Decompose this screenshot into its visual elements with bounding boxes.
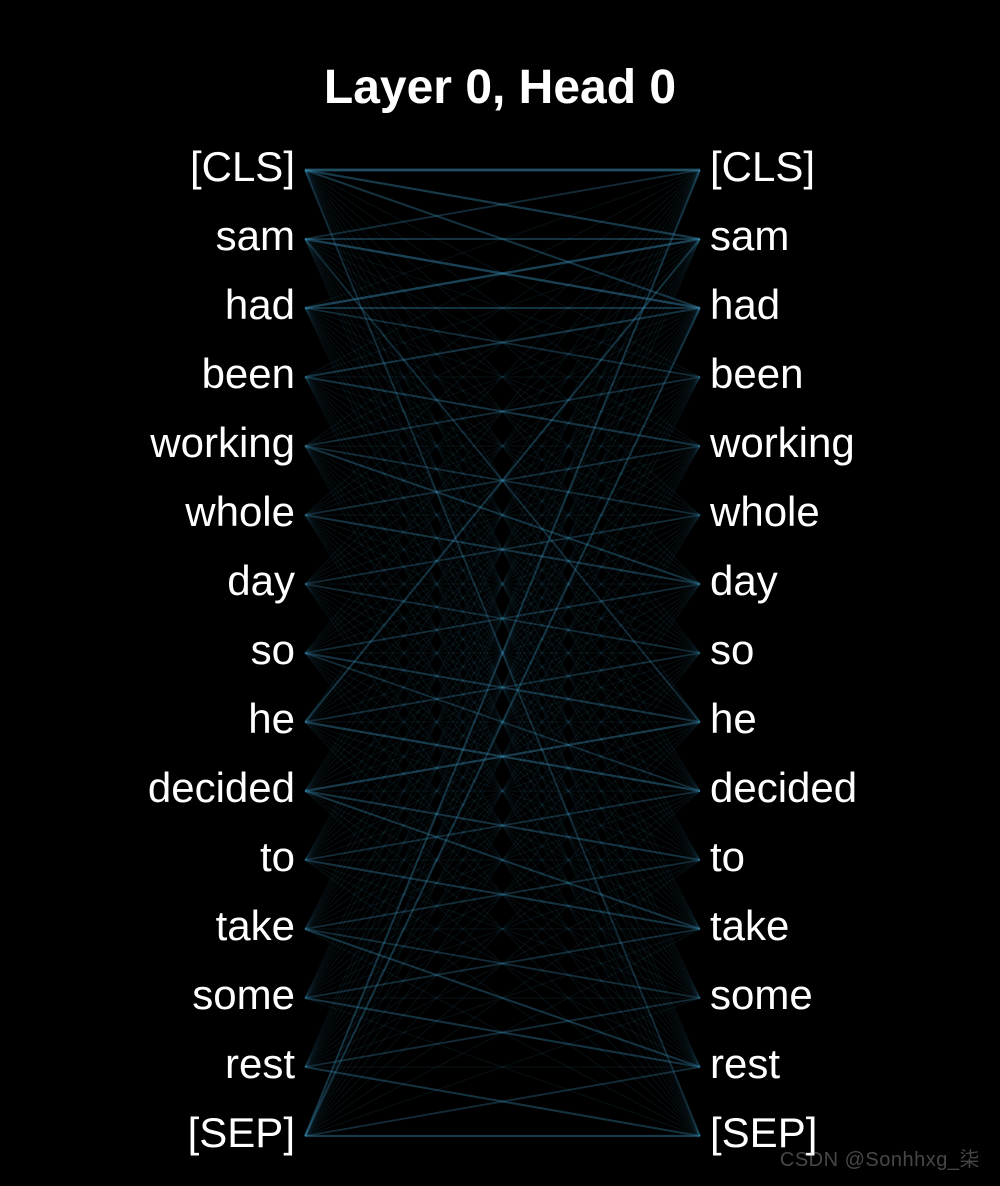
right-token: working: [709, 419, 855, 466]
right-token: take: [710, 902, 789, 949]
right-token: rest: [710, 1040, 780, 1087]
right-token-column: [CLS] sam had been working whole day so he decide…: [709, 143, 857, 1156]
right-token: had: [710, 281, 780, 328]
left-token: he: [248, 695, 295, 742]
left-token: whole: [184, 488, 295, 535]
right-token: sam: [710, 212, 789, 259]
attention-visualization: [CLS] sam had been working whole day so he decide…: [0, 0, 1000, 1186]
left-token: [CLS]: [190, 143, 295, 190]
right-token: some: [710, 971, 813, 1018]
left-token: had: [225, 281, 295, 328]
right-token: been: [710, 350, 803, 397]
right-token: decided: [710, 764, 857, 811]
left-token: take: [216, 902, 295, 949]
left-token-column: [CLS] sam had been working whole day so he decide…: [148, 143, 295, 1156]
right-token: day: [710, 557, 778, 604]
left-token: so: [251, 626, 295, 673]
left-token: day: [227, 557, 295, 604]
left-token: to: [260, 833, 295, 880]
left-token: [SEP]: [188, 1109, 295, 1156]
watermark: CSDN @Sonhhxg_柒: [780, 1143, 980, 1172]
right-token: so: [710, 626, 754, 673]
left-token: some: [192, 971, 295, 1018]
left-token: been: [202, 350, 295, 397]
right-token: he: [710, 695, 757, 742]
left-token: working: [149, 419, 295, 466]
attention-lines: [305, 170, 700, 1136]
right-token: [CLS]: [710, 143, 815, 190]
right-token: whole: [709, 488, 820, 535]
left-token: decided: [148, 764, 295, 811]
right-token: to: [710, 833, 745, 880]
left-token: sam: [216, 212, 295, 259]
left-token: rest: [225, 1040, 295, 1087]
